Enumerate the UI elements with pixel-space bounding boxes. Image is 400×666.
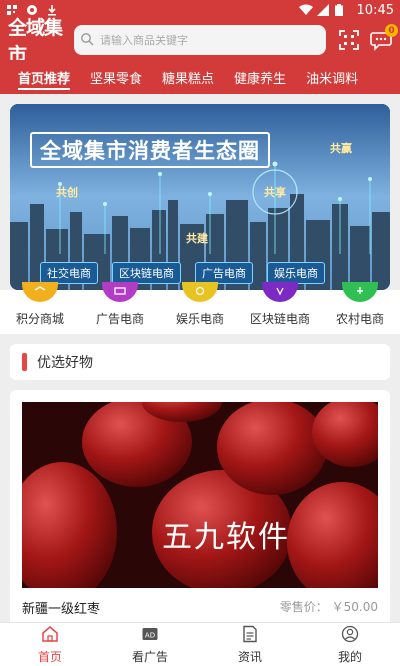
search-input[interactable] bbox=[100, 33, 300, 47]
banner-pill-row: 社交电商 区块链电商 广告电商 娱乐电商 bbox=[40, 262, 325, 284]
points-mall-icon bbox=[22, 282, 58, 302]
tab-oil-rice[interactable]: 油米调料 bbox=[296, 60, 368, 94]
tab-nuts-snacks[interactable]: 坚果零食 bbox=[80, 60, 152, 94]
scan-icon[interactable] bbox=[338, 29, 360, 51]
nav-home[interactable]: 首页 bbox=[0, 623, 100, 666]
status-time: 10:45 bbox=[356, 2, 394, 18]
product-name: 新疆一级红枣 bbox=[22, 602, 101, 617]
banner-tag-win: 共赢 bbox=[330, 142, 352, 155]
category-rural[interactable]: 农村电商 bbox=[320, 282, 400, 330]
category-points-mall[interactable]: 积分商城 bbox=[0, 282, 80, 330]
wifi-icon bbox=[298, 4, 313, 16]
entertainment-icon bbox=[182, 282, 218, 302]
svg-text:AD: AD bbox=[145, 631, 155, 639]
ad-icon: AD bbox=[141, 625, 159, 647]
blockchain-icon bbox=[262, 282, 298, 302]
category-label: 农村电商 bbox=[335, 312, 384, 326]
banner-tag-create: 共创 bbox=[56, 186, 78, 199]
banner-title: 全域集市消费者生态圈 bbox=[30, 132, 270, 168]
section-title: 优选好物 bbox=[37, 355, 93, 371]
nav-home-label: 首页 bbox=[37, 649, 62, 664]
watermark-text: 五九软件 bbox=[162, 520, 290, 555]
banner-pill-blockchain: 区块链电商 bbox=[112, 262, 181, 284]
search-box[interactable] bbox=[74, 25, 326, 55]
tab-home-recommend[interactable]: 首页推荐 bbox=[0, 60, 80, 94]
product-image[interactable]: 五九软件 bbox=[22, 402, 378, 588]
ad-commerce-icon bbox=[102, 282, 138, 302]
nav-watch-ads[interactable]: AD 看广告 bbox=[100, 623, 200, 666]
battery-icon bbox=[334, 4, 347, 16]
user-icon bbox=[341, 625, 359, 647]
nav-news-label: 资讯 bbox=[237, 649, 262, 664]
banner-tag-build: 共建 bbox=[186, 232, 208, 245]
app-logo: 全域集市 bbox=[8, 17, 63, 66]
banner-pill-social: 社交电商 bbox=[40, 262, 98, 284]
search-icon bbox=[80, 31, 94, 50]
bottom-nav: 首页 AD 看广告 资讯 我的 bbox=[0, 622, 400, 666]
tab-health[interactable]: 健康养生 bbox=[224, 60, 296, 94]
category-tabs: 首页推荐 坚果零食 糖果糕点 健康养生 油米调料 bbox=[0, 60, 400, 94]
category-blockchain[interactable]: 区块链电商 bbox=[240, 282, 320, 330]
signal-icon bbox=[316, 4, 329, 16]
message-icon[interactable]: 0 bbox=[370, 24, 398, 51]
product-price-value: ￥50.00 bbox=[331, 600, 378, 614]
category-label: 区块链电商 bbox=[249, 312, 310, 326]
nav-profile[interactable]: 我的 bbox=[300, 623, 400, 666]
section-accent-bar bbox=[22, 353, 27, 371]
news-icon bbox=[241, 625, 259, 647]
home-icon bbox=[41, 625, 59, 647]
tab-candy-pastry[interactable]: 糖果糕点 bbox=[152, 60, 224, 94]
nav-watch-ads-label: 看广告 bbox=[131, 649, 168, 664]
category-grid: 积分商城 广告电商 娱乐电商 区块链电商 农村电商 bbox=[0, 282, 400, 330]
nav-news[interactable]: 资讯 bbox=[200, 623, 300, 666]
section-header: 优选好物 bbox=[10, 344, 390, 380]
product-price: 零售价： ￥50.00 bbox=[280, 598, 378, 615]
message-badge: 0 bbox=[385, 24, 398, 37]
rural-icon bbox=[342, 282, 378, 302]
banner-pill-entertainment: 娱乐电商 bbox=[267, 262, 325, 284]
product-card[interactable]: 五九软件 新疆一级红枣 零售价： ￥50.00 bbox=[10, 390, 390, 640]
promo-banner[interactable]: 全域集市消费者生态圈 共赢 共创 共享 共建 社交电商 区块链电商 广告电商 娱… bbox=[10, 104, 390, 290]
red-dates-image bbox=[22, 402, 378, 588]
category-ad-commerce[interactable]: 广告电商 bbox=[80, 282, 160, 330]
product-price-label: 零售价： bbox=[279, 600, 328, 614]
banner-tag-share: 共享 bbox=[264, 186, 286, 199]
category-label: 娱乐电商 bbox=[175, 312, 224, 326]
nav-profile-label: 我的 bbox=[337, 649, 362, 664]
category-label: 积分商城 bbox=[15, 312, 64, 326]
category-label: 广告电商 bbox=[95, 312, 144, 326]
app-header: 全域集市 0 bbox=[0, 17, 400, 66]
category-entertainment[interactable]: 娱乐电商 bbox=[160, 282, 240, 330]
banner-pill-ad: 广告电商 bbox=[195, 262, 253, 284]
